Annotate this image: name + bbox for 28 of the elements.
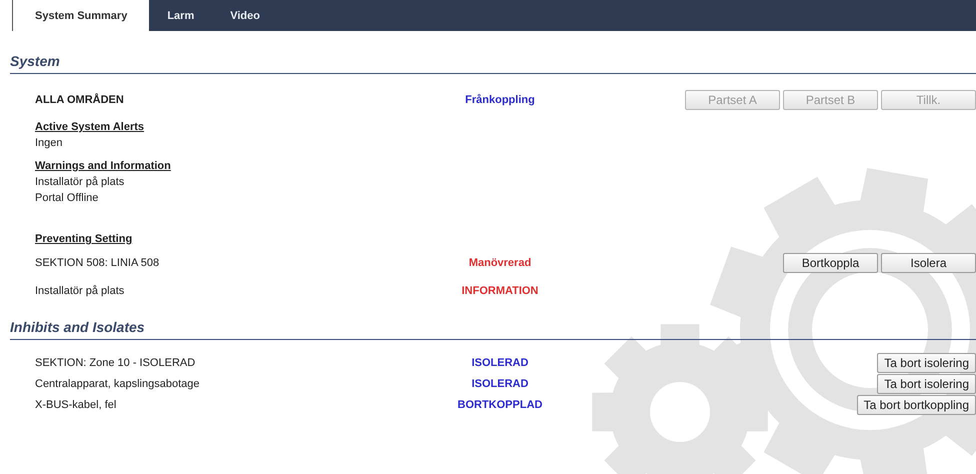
section-heading: System [10, 53, 976, 74]
group-heading: Warnings and Information [35, 159, 172, 174]
info-line: Ingen [35, 136, 64, 151]
tab[interactable]: Larm [149, 0, 212, 31]
area-label: ALLA OMRÅDEN [35, 94, 125, 106]
info-line: Installatör på plats [35, 175, 126, 190]
row-label: SEKTION: Zone 10 - ISOLERAD [35, 356, 196, 368]
action-button[interactable]: Bortkoppla [783, 253, 878, 273]
status-text: BORTKOPPLAD [456, 398, 544, 410]
group-heading: Active System Alerts [35, 120, 146, 135]
row-label: SEKTION 508: LINIA 508 [35, 257, 160, 269]
section-heading: Inhibits and Isolates [10, 319, 976, 340]
status-text: ISOLERAD [470, 356, 530, 368]
row-label: Centralapparat, kapslingsabotage [35, 378, 201, 390]
action-button[interactable]: Isolera [881, 253, 976, 273]
action-button[interactable]: Ta bort bortkoppling [856, 394, 976, 414]
action-button[interactable]: Ta bort isolering [877, 374, 976, 394]
row-label: Installatör på plats [35, 285, 126, 297]
info-line: Portal Offline [35, 191, 100, 206]
status-text: INFORMATION [460, 285, 540, 297]
status-text: ISOLERAD [470, 378, 530, 390]
status-text: Frånkoppling [464, 94, 536, 106]
tab[interactable]: System Summary [12, 0, 150, 31]
status-text: Manövrerad [468, 257, 532, 269]
group-heading: Preventing Setting [34, 232, 134, 247]
action-button[interactable]: Ta bort isolering [877, 352, 976, 372]
row-label: X-BUS-kabel, fel [35, 398, 118, 410]
tab[interactable]: Video [212, 0, 278, 31]
